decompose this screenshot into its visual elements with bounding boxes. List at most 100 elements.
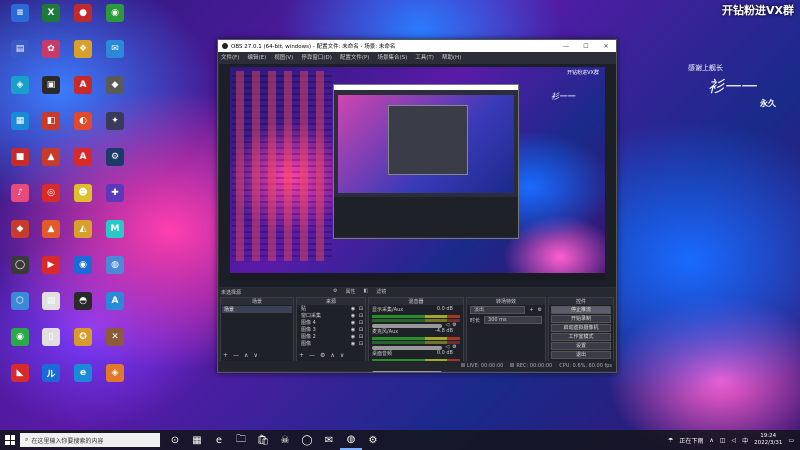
desktop-icon[interactable]: ✕	[100, 328, 130, 360]
menu-item[interactable]: 视图(V)	[274, 53, 293, 61]
weather-text[interactable]: 正在下雨	[679, 436, 703, 445]
desktop-icon[interactable]: ♪	[5, 184, 35, 216]
control-button[interactable]: 停止推流	[551, 306, 611, 314]
lock-icon[interactable]: ⊡	[357, 341, 365, 347]
desktop-icon[interactable]: ✚	[100, 184, 130, 216]
source-settings-icon[interactable]: ⚙	[320, 352, 325, 359]
move-down-icon[interactable]: ∨	[340, 352, 344, 359]
taskbar-search[interactable]: ⌕ 在这里输入你要搜索的内容	[20, 433, 160, 447]
volume-icon[interactable]: ◁	[731, 437, 736, 444]
desktop-icon[interactable]: ◯	[5, 256, 35, 288]
control-button[interactable]: 开始录制	[551, 315, 611, 323]
desktop-icon[interactable]: ▲	[36, 220, 66, 252]
desktop-icon[interactable]: ☻	[68, 184, 98, 216]
desktop-icon[interactable]: ✪	[68, 328, 98, 360]
transition-settings-icon[interactable]: ⚙	[538, 307, 542, 313]
taskbar-app-icon[interactable]: ⚙	[362, 430, 384, 450]
source-item[interactable]: 图像 3 ◉ ⊡	[297, 326, 365, 334]
control-button[interactable]: 启动虚拟摄像机	[551, 324, 611, 332]
desktop-icon[interactable]: ⬡	[5, 292, 35, 324]
clock[interactable]: 19:24 2022/3/31	[754, 433, 782, 447]
start-button[interactable]	[0, 430, 20, 450]
desktop-icon[interactable]: ⚙	[100, 148, 130, 180]
source-item[interactable]: 窗口采集 ◉ ⊡	[297, 312, 365, 320]
control-button[interactable]: 退出	[551, 351, 611, 359]
taskbar-app-icon[interactable]: ◍	[340, 430, 362, 450]
menu-item[interactable]: 场景集合(S)	[377, 53, 407, 61]
taskbar-app-icon[interactable]: 🛍	[252, 430, 274, 450]
obs-preview[interactable]: 开钻粉进VX群 衫一一	[219, 64, 616, 287]
properties-button[interactable]: 属性	[345, 288, 355, 295]
menu-item[interactable]: 文件(F)	[221, 53, 239, 61]
menu-item[interactable]: 帮助(H)	[442, 53, 461, 61]
desktop-icon[interactable]: ▤	[5, 40, 35, 72]
add-source-icon[interactable]: +	[299, 352, 304, 359]
ime-icon[interactable]: 中	[742, 436, 748, 445]
desktop-icon[interactable]: ◈	[5, 76, 35, 108]
desktop-icon[interactable]: ◓	[68, 292, 98, 324]
desktop-icon[interactable]: ◆	[100, 76, 130, 108]
lock-icon[interactable]: ⊡	[357, 334, 365, 340]
desktop-icon[interactable]: M	[100, 220, 130, 252]
move-up-icon[interactable]: ∧	[330, 352, 334, 359]
eye-icon[interactable]: ◉	[349, 320, 357, 326]
desktop-icon[interactable]: ◉	[100, 4, 130, 36]
lock-icon[interactable]: ⊡	[357, 313, 365, 319]
desktop-icon[interactable]: X	[36, 4, 66, 36]
source-item[interactable]: 图像 4 ◉ ⊡	[297, 319, 365, 327]
desktop-icon[interactable]: ❖	[68, 40, 98, 72]
desktop-icon[interactable]: ▣	[36, 76, 66, 108]
desktop-icon[interactable]: ≡	[5, 4, 35, 36]
desktop-icon[interactable]: ■	[5, 148, 35, 180]
maximize-button[interactable]: ☐	[576, 43, 596, 50]
taskbar-app-icon[interactable]: ✉	[318, 430, 340, 450]
desktop-icon[interactable]: ▶	[36, 256, 66, 288]
taskbar-app-icon[interactable]: ☠	[274, 430, 296, 450]
eye-icon[interactable]: ◉	[349, 313, 357, 319]
gear-icon[interactable]: ⚙	[333, 288, 337, 295]
notification-icon[interactable]: ▭	[788, 437, 794, 444]
transition-select[interactable]: 淡出	[470, 306, 526, 314]
eye-icon[interactable]: ◉	[349, 334, 357, 340]
minimize-button[interactable]: —	[556, 43, 576, 50]
desktop-icon[interactable]: ▯	[36, 328, 66, 360]
desktop-icon[interactable]: A	[68, 148, 98, 180]
taskbar-app-icon[interactable]: 🗀	[230, 430, 252, 450]
source-item[interactable]: 贴 ◉ ⊡	[297, 305, 365, 313]
scene-item[interactable]: 场景	[222, 306, 292, 313]
add-scene-icon[interactable]: +	[223, 352, 228, 359]
desktop-icon[interactable]: ▦	[5, 112, 35, 144]
desktop-icon[interactable]: A	[100, 292, 130, 324]
add-transition-icon[interactable]: +	[529, 307, 533, 313]
obs-titlebar[interactable]: OBS 27.0.1 (64-bit, windows) - 配置文件: 未命名…	[218, 40, 616, 52]
close-button[interactable]: ✕	[596, 43, 616, 50]
desktop-icon[interactable]: ▲	[36, 148, 66, 180]
taskbar-app-icon[interactable]: ⊙	[164, 430, 186, 450]
desktop-icon[interactable]: e	[68, 364, 98, 396]
remove-scene-icon[interactable]: —	[233, 352, 239, 359]
menu-item[interactable]: 配置文件(P)	[340, 53, 370, 61]
desktop-icon[interactable]: ✉	[100, 40, 130, 72]
desktop-icon[interactable]: ✦	[100, 112, 130, 144]
lock-icon[interactable]: ⊡	[357, 306, 365, 312]
desktop-icon[interactable]: A	[68, 76, 98, 108]
desktop-icon[interactable]: ◧	[36, 112, 66, 144]
menu-item[interactable]: 工具(T)	[415, 53, 434, 61]
desktop-icon[interactable]: ◈	[100, 364, 130, 396]
eye-icon[interactable]: ◉	[349, 341, 357, 347]
menu-item[interactable]: 编辑(E)	[247, 53, 266, 61]
taskbar-app-icon[interactable]: ◯	[296, 430, 318, 450]
obs-window[interactable]: OBS 27.0.1 (64-bit, windows) - 配置文件: 未命名…	[217, 39, 617, 373]
tray-chevron-icon[interactable]: ∧	[709, 437, 713, 444]
duration-input[interactable]: 300 ms	[484, 316, 542, 324]
desktop-icon[interactable]: ✿	[36, 40, 66, 72]
move-down-icon[interactable]: ∨	[253, 352, 257, 359]
filter-icon[interactable]: ◧	[364, 288, 369, 295]
menu-item[interactable]: 停靠窗口(D)	[301, 53, 332, 61]
eye-icon[interactable]: ◉	[349, 306, 357, 312]
desktop-icon[interactable]: ◍	[100, 256, 130, 288]
desktop-icon[interactable]: ル	[36, 364, 66, 396]
move-up-icon[interactable]: ∧	[244, 352, 248, 359]
desktop-icon[interactable]: ◆	[5, 220, 35, 252]
source-item[interactable]: 图像 ◉ ⊡	[297, 340, 365, 348]
